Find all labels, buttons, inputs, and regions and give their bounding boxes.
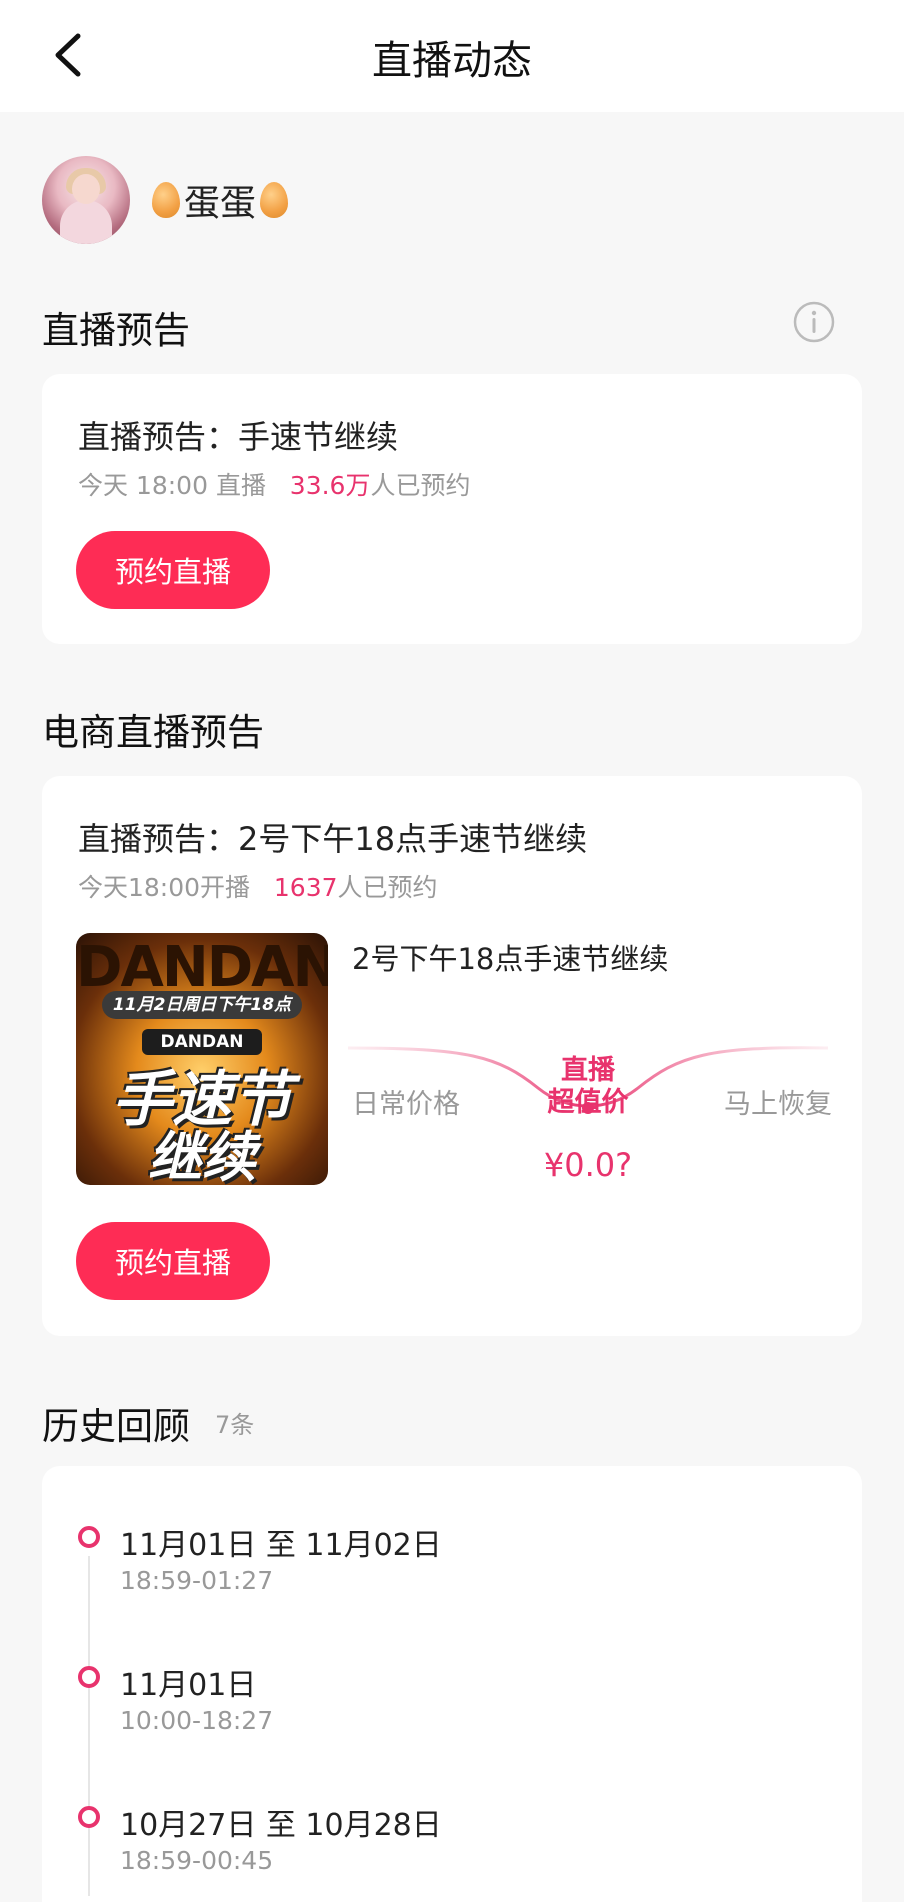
live-price: ¥0.0? bbox=[543, 1146, 633, 1184]
section-title-live-preview: 直播预告 bbox=[42, 309, 190, 352]
history-date[interactable]: 11月01日 至 11月02日 bbox=[120, 1520, 442, 1564]
card-subtitle: 今天18:00开播 1637人已预约 bbox=[78, 868, 438, 904]
product-poster[interactable]: DANDAN 11月2日周日下午18点 DANDAN 手速节 继续 bbox=[76, 933, 328, 1185]
reservation-count: 1637 bbox=[273, 873, 338, 902]
info-icon[interactable] bbox=[792, 300, 836, 344]
top-bar: 直播动态 bbox=[0, 0, 904, 112]
price-label-live-2: 超值价 bbox=[547, 1087, 629, 1118]
history-card: 11月01日 至 11月02日 18:59-01:27 11月01日 10:00… bbox=[42, 1466, 862, 1902]
price-label-restore: 马上恢复 bbox=[724, 1089, 832, 1120]
username-text: 蛋蛋 bbox=[184, 183, 257, 224]
card-title: 直播预告：2号下午18点手速节继续 bbox=[78, 820, 588, 858]
profile-row[interactable]: 蛋蛋 bbox=[42, 156, 289, 244]
history-date[interactable]: 10月27日 至 10月28日 bbox=[120, 1800, 442, 1844]
reservation-suffix: 人已预约 bbox=[337, 873, 438, 902]
price-label-daily: 日常价格 bbox=[352, 1089, 460, 1120]
timeline-line bbox=[88, 1556, 90, 1896]
history-count: 7条 bbox=[215, 1411, 255, 1439]
ecommerce-preview-card: 直播预告：2号下午18点手速节继续 今天18:00开播 1637人已预约 DAN… bbox=[42, 776, 862, 1336]
reserve-live-button[interactable]: 预约直播 bbox=[76, 1222, 270, 1300]
history-time: 10:00-18:27 bbox=[120, 1706, 274, 1735]
avatar[interactable] bbox=[42, 156, 130, 244]
egg-icon bbox=[260, 182, 289, 218]
history-time: 18:59-00:45 bbox=[120, 1846, 274, 1875]
live-time: 今天18:00开播 bbox=[78, 873, 251, 902]
reservation-count: 33.6万 bbox=[289, 471, 371, 500]
card-title: 直播预告：手速节继续 bbox=[78, 418, 399, 456]
page-title: 直播动态 bbox=[372, 38, 532, 84]
reserve-live-button[interactable]: 预约直播 bbox=[76, 531, 270, 609]
poster-headline-2: 继续 bbox=[148, 1126, 256, 1185]
poster-date-banner: 11月2日周日下午18点 bbox=[102, 991, 302, 1019]
section-title-history: 历史回顾 bbox=[42, 1405, 190, 1448]
username: 蛋蛋 bbox=[152, 174, 289, 226]
live-time: 今天 18:00 直播 bbox=[78, 471, 266, 500]
product-title: 2号下午18点手速节继续 bbox=[352, 942, 669, 976]
timeline-dot bbox=[78, 1806, 100, 1828]
live-preview-card: 直播预告：手速节继续 今天 18:00 直播 33.6万人已预约 预约直播 bbox=[42, 374, 862, 644]
reservation-suffix: 人已预约 bbox=[370, 471, 471, 500]
egg-icon bbox=[152, 182, 180, 218]
timeline-dot bbox=[78, 1666, 100, 1688]
timeline-dot bbox=[78, 1526, 100, 1548]
section-title-ecommerce-preview: 电商直播预告 bbox=[42, 711, 264, 754]
history-time: 18:59-01:27 bbox=[120, 1566, 274, 1595]
history-date[interactable]: 11月01日 bbox=[120, 1660, 256, 1704]
card-subtitle: 今天 18:00 直播 33.6万人已预约 bbox=[78, 466, 470, 502]
